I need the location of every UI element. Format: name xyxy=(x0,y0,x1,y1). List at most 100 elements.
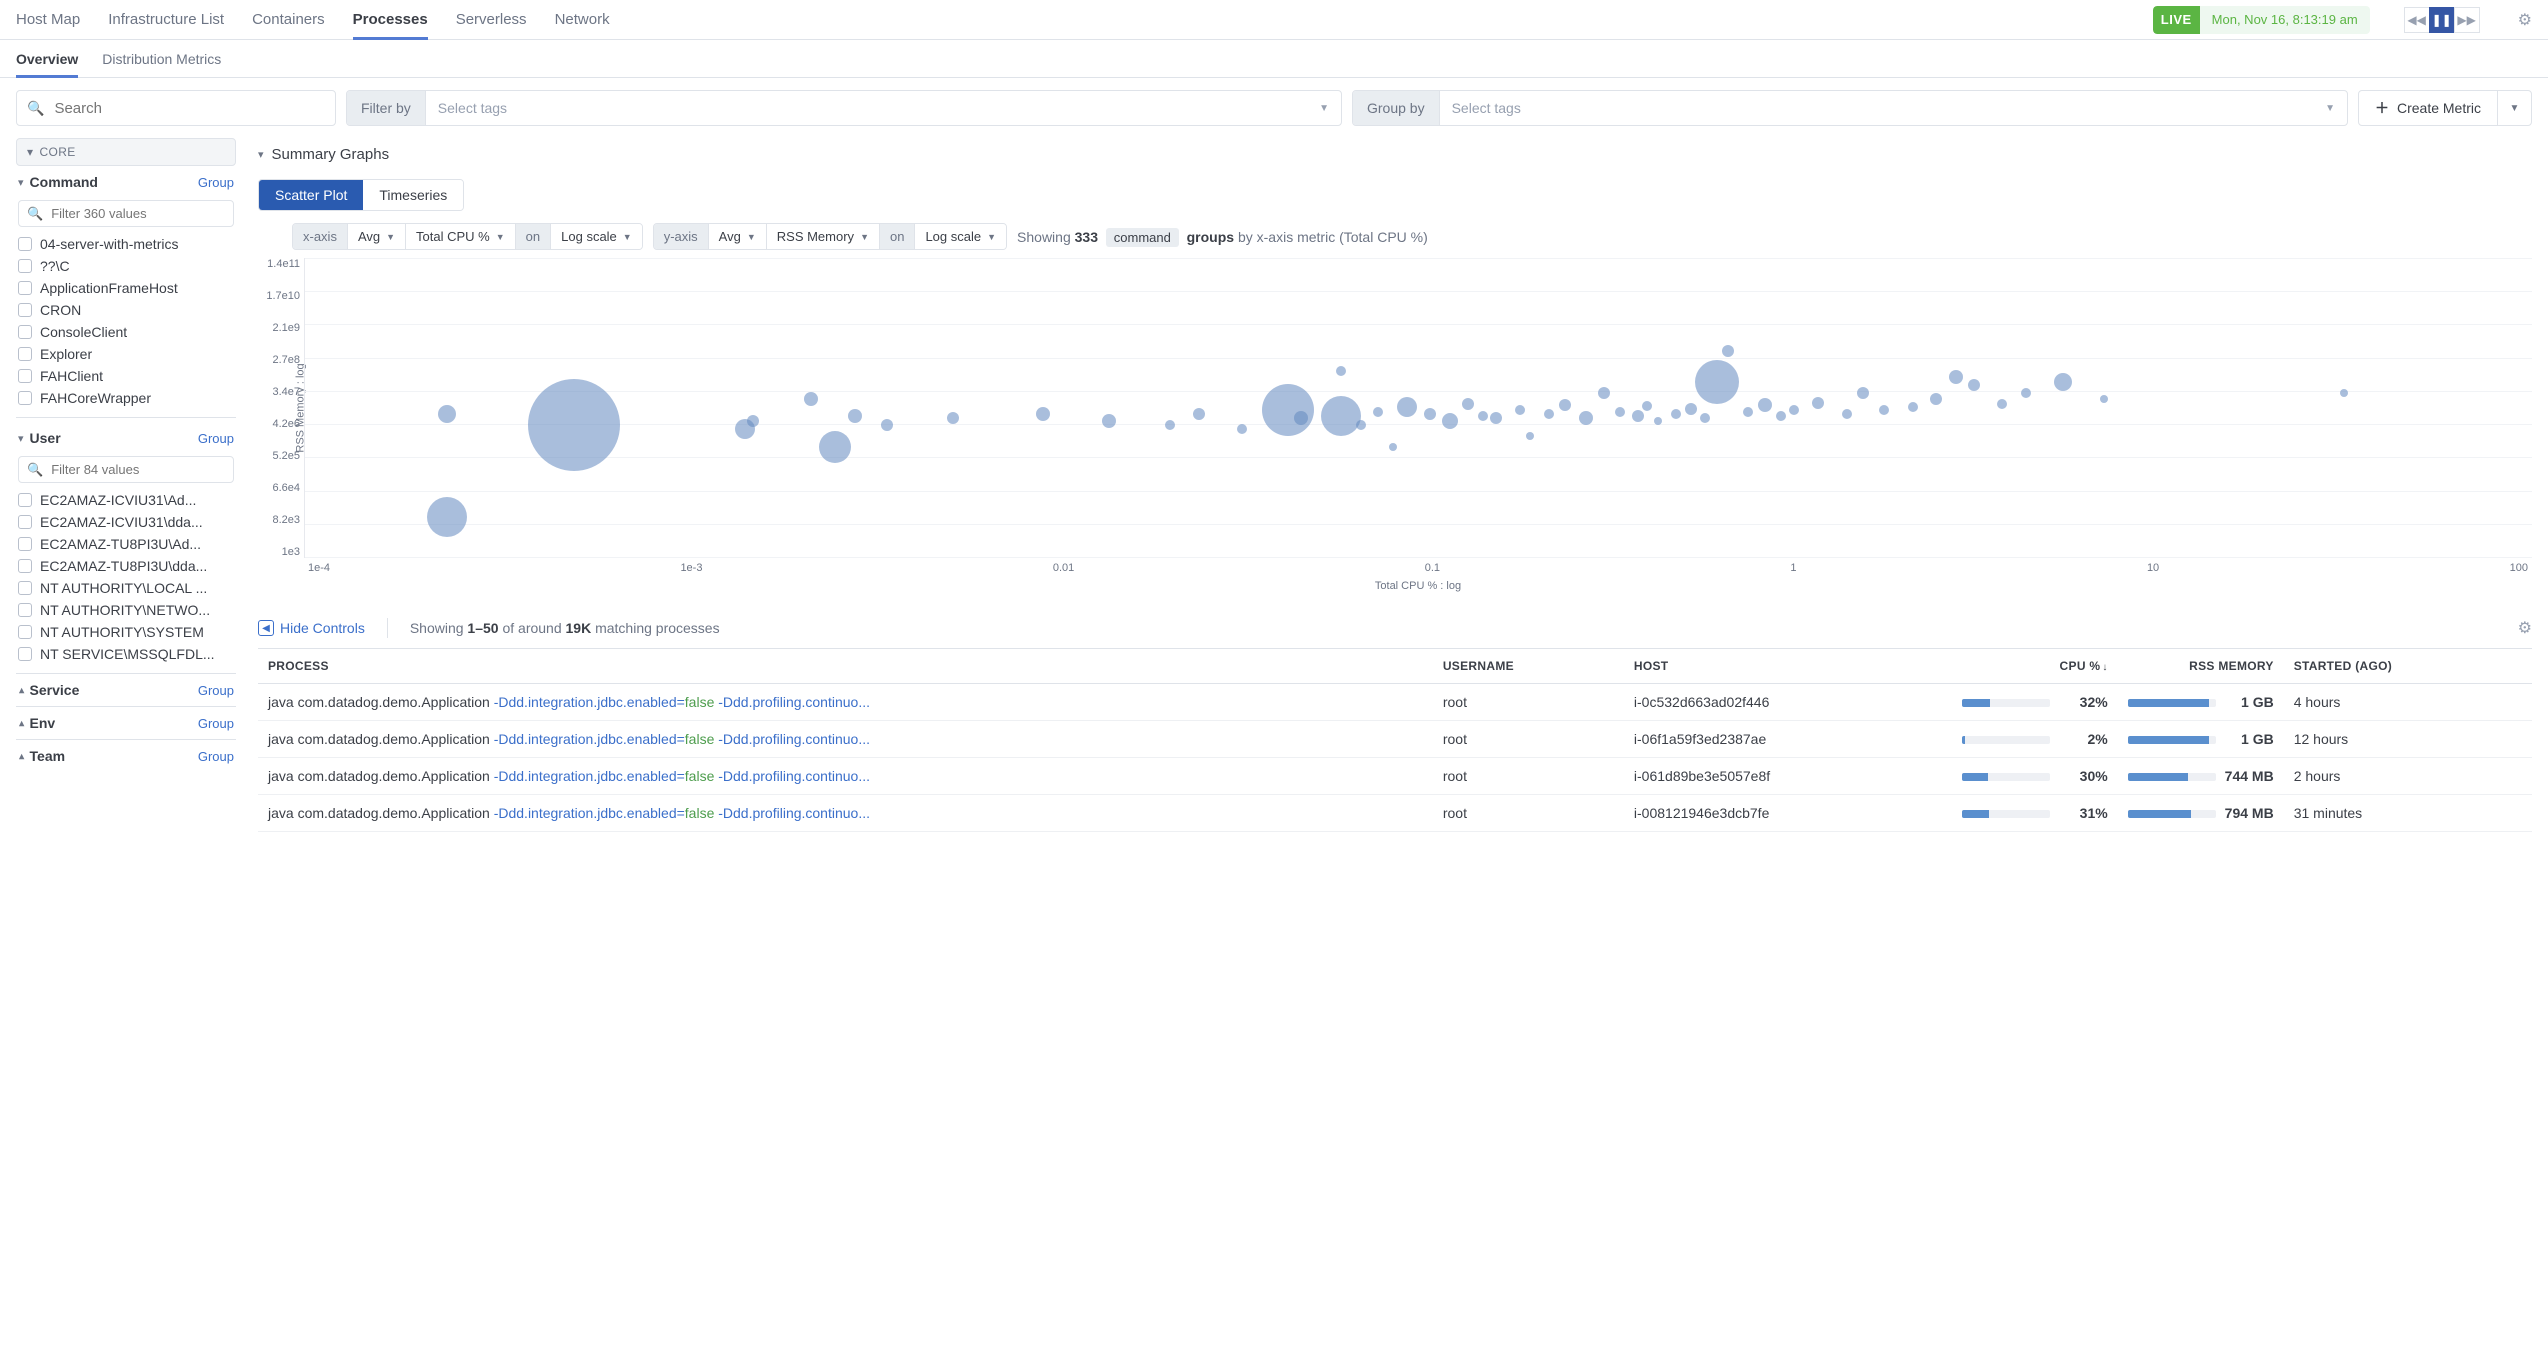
scatter-point[interactable] xyxy=(1671,409,1681,419)
facet-user-item[interactable]: EC2AMAZ-TU8PI3U\Ad... xyxy=(18,533,234,555)
scatter-point[interactable] xyxy=(1758,398,1772,412)
scatter-point[interactable] xyxy=(1812,397,1824,409)
top-tab-network[interactable]: Network xyxy=(555,0,610,40)
scatter-point[interactable] xyxy=(1356,420,1366,430)
scatter-point[interactable] xyxy=(1336,366,1346,376)
time-range-display[interactable]: LIVE Mon, Nov 16, 8:13:19 am xyxy=(2153,6,2370,34)
checkbox[interactable] xyxy=(18,281,32,295)
create-metric-main[interactable]: ＋ Create Metric xyxy=(2359,91,2497,125)
summary-header[interactable]: ▾ Summary Graphs xyxy=(258,138,2532,171)
checkbox[interactable] xyxy=(18,581,32,595)
facet-user-item[interactable]: EC2AMAZ-ICVIU31\Ad... xyxy=(18,489,234,511)
scatter-point[interactable] xyxy=(1743,407,1753,417)
scatter-point[interactable] xyxy=(1102,414,1116,428)
facet-user-item[interactable]: NT AUTHORITY\LOCAL ... xyxy=(18,577,234,599)
command-tag[interactable]: command xyxy=(1106,228,1179,247)
facet-user-item[interactable]: NT AUTHORITY\SYSTEM xyxy=(18,621,234,643)
checkbox[interactable] xyxy=(18,515,32,529)
scatter-point[interactable] xyxy=(819,431,851,463)
top-tab-serverless[interactable]: Serverless xyxy=(456,0,527,40)
scatter-point[interactable] xyxy=(1722,345,1734,357)
filter-by-select[interactable]: Select tags▼ xyxy=(426,91,1341,125)
scatter-point[interactable] xyxy=(1442,413,1458,429)
checkbox[interactable] xyxy=(18,647,32,661)
scatter-point[interactable] xyxy=(1857,387,1869,399)
group-link[interactable]: Group xyxy=(198,175,234,190)
x-agg-select[interactable]: Avg▼ xyxy=(347,224,405,249)
facet-command-item[interactable]: FAHCoreWrapper xyxy=(18,387,234,409)
scatter-point[interactable] xyxy=(1526,432,1534,440)
facet-command-item[interactable]: CRON xyxy=(18,299,234,321)
facet-command-item[interactable]: 04-server-with-metrics xyxy=(18,233,234,255)
facet-service-header[interactable]: ▸ServiceGroup xyxy=(16,673,236,706)
scatter-point[interactable] xyxy=(1490,412,1502,424)
checkbox[interactable] xyxy=(18,603,32,617)
scatter-point[interactable] xyxy=(1262,384,1314,436)
scatter-point[interactable] xyxy=(1397,397,1417,417)
facet-command-filter-input[interactable] xyxy=(49,205,229,222)
scatter-point[interactable] xyxy=(1559,399,1571,411)
scatter-point[interactable] xyxy=(1908,402,1918,412)
scatter-point[interactable] xyxy=(528,379,620,471)
facet-command-item[interactable]: ??\C xyxy=(18,255,234,277)
facet-user-filter[interactable]: 🔍 xyxy=(18,456,234,483)
top-tab-host-map[interactable]: Host Map xyxy=(16,0,80,40)
col-username[interactable]: USERNAME xyxy=(1433,649,1624,684)
facet-command-item[interactable]: ApplicationFrameHost xyxy=(18,277,234,299)
scatter-point[interactable] xyxy=(2100,395,2108,403)
scatter-point[interactable] xyxy=(1642,401,1652,411)
plot-area[interactable] xyxy=(304,258,2532,558)
scatter-point[interactable] xyxy=(1776,411,1786,421)
scatter-point[interactable] xyxy=(1632,410,1644,422)
group-link[interactable]: Group xyxy=(198,683,234,698)
facet-user-item[interactable]: NT SERVICE\MSSQLFDL... xyxy=(18,643,234,665)
scatter-point[interactable] xyxy=(1842,409,1852,419)
scatter-point[interactable] xyxy=(2340,389,2348,397)
create-metric-dropdown[interactable]: ▼ xyxy=(2497,91,2531,125)
scatter-point[interactable] xyxy=(1968,379,1980,391)
top-tab-infrastructure-list[interactable]: Infrastructure List xyxy=(108,0,224,40)
step-forward-button[interactable]: ▶▶ xyxy=(2454,7,2480,33)
checkbox[interactable] xyxy=(18,347,32,361)
checkbox[interactable] xyxy=(18,259,32,273)
table-row[interactable]: java com.datadog.demo.Application -Ddd.i… xyxy=(258,684,2532,721)
chart-tab-scatter-plot[interactable]: Scatter Plot xyxy=(259,180,363,210)
col-process[interactable]: PROCESS xyxy=(258,649,1433,684)
scatter-point[interactable] xyxy=(1654,417,1662,425)
scatter-point[interactable] xyxy=(1949,370,1963,384)
checkbox[interactable] xyxy=(18,625,32,639)
x-scale-select[interactable]: Log scale▼ xyxy=(550,224,642,249)
group-by-select[interactable]: Select tags▼ xyxy=(1440,91,2347,125)
scatter-point[interactable] xyxy=(427,497,467,537)
facet-env-header[interactable]: ▸EnvGroup xyxy=(16,706,236,739)
scatter-point[interactable] xyxy=(848,409,862,423)
search-box[interactable]: 🔍 xyxy=(16,90,336,126)
facet-user-filter-input[interactable] xyxy=(49,461,229,478)
group-link[interactable]: Group xyxy=(198,431,234,446)
top-tab-containers[interactable]: Containers xyxy=(252,0,325,40)
scatter-point[interactable] xyxy=(1237,424,1247,434)
scatter-point[interactable] xyxy=(1036,407,1050,421)
top-tab-processes[interactable]: Processes xyxy=(353,0,428,40)
settings-gear-icon[interactable]: ⚙ xyxy=(2518,10,2532,30)
scatter-point[interactable] xyxy=(1695,360,1739,404)
chart-tab-timeseries[interactable]: Timeseries xyxy=(363,180,463,210)
scatter-point[interactable] xyxy=(1685,403,1697,415)
y-agg-select[interactable]: Avg▼ xyxy=(708,224,766,249)
scatter-point[interactable] xyxy=(1789,405,1799,415)
scatter-point[interactable] xyxy=(804,392,818,406)
facet-command-filter[interactable]: 🔍 xyxy=(18,200,234,227)
facet-user-header[interactable]: ▾ User Group xyxy=(16,422,236,454)
col-cpu[interactable]: CPU %↓ xyxy=(1952,649,2118,684)
scatter-point[interactable] xyxy=(1389,443,1397,451)
scatter-point[interactable] xyxy=(1544,409,1554,419)
x-metric-select[interactable]: Total CPU %▼ xyxy=(405,224,515,249)
scatter-point[interactable] xyxy=(1321,396,1361,436)
checkbox[interactable] xyxy=(18,303,32,317)
col-host[interactable]: HOST xyxy=(1624,649,1952,684)
checkbox[interactable] xyxy=(18,493,32,507)
scatter-point[interactable] xyxy=(1165,420,1175,430)
scatter-point[interactable] xyxy=(747,415,759,427)
scatter-point[interactable] xyxy=(438,405,456,423)
search-input[interactable] xyxy=(52,99,325,118)
